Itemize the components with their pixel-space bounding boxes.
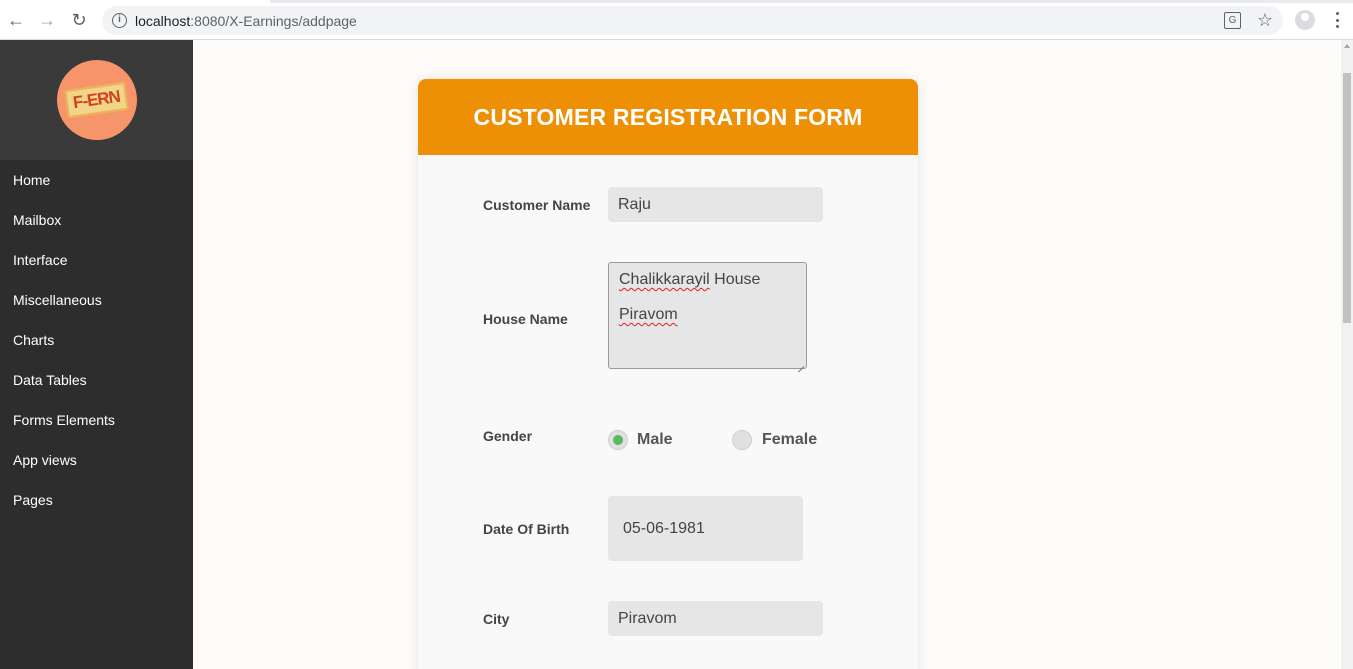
info-icon[interactable]: i <box>112 13 127 28</box>
sidebar-brand: F-ERN <box>0 40 193 160</box>
url-path: :8080/X-Earnings/addpage <box>190 13 357 29</box>
gender-male-label[interactable]: Male <box>637 431 673 449</box>
bookmark-star-icon[interactable]: ☆ <box>1257 10 1273 30</box>
sidebar-item-app-views[interactable]: App views <box>0 440 193 480</box>
sidebar: F-ERN Home Mailbox Interface Miscellaneo… <box>0 40 193 669</box>
sidebar-item-charts[interactable]: Charts <box>0 320 193 360</box>
sidebar-nav: Home Mailbox Interface Miscellaneous Cha… <box>0 160 193 520</box>
gender-label: Gender <box>483 428 533 444</box>
logo-text: F-ERN <box>64 81 129 119</box>
forward-button[interactable]: → <box>36 9 58 31</box>
gender-female-label[interactable]: Female <box>762 431 817 449</box>
url-host: localhost <box>135 13 191 29</box>
url-text[interactable]: localhost:8080/X-Earnings/addpage <box>135 13 357 29</box>
sidebar-item-miscellaneous[interactable]: Miscellaneous <box>0 280 193 320</box>
forward-arrow-icon: → <box>38 9 56 30</box>
city-label: City <box>483 611 510 627</box>
city-input[interactable]: Piravom <box>608 601 823 636</box>
sidebar-item-pages[interactable]: Pages <box>0 480 193 520</box>
translate-icon[interactable]: G <box>1224 12 1241 29</box>
reload-icon: ↻ <box>71 9 87 30</box>
tab-strip <box>270 0 1353 3</box>
page-scrollbar[interactable] <box>1341 40 1353 669</box>
gender-male-radio[interactable] <box>608 430 628 450</box>
scroll-thumb[interactable] <box>1343 73 1351 323</box>
gender-female-radio[interactable] <box>732 430 752 450</box>
registration-form-card: CUSTOMER REGISTRATION FORM Customer Name… <box>418 79 918 669</box>
dob-input[interactable]: 05-06-1981 <box>608 496 803 561</box>
customer-name-input[interactable]: Raju <box>608 187 823 222</box>
house-name-line-1: Chalikkarayil House <box>619 270 796 305</box>
form-header: CUSTOMER REGISTRATION FORM <box>418 79 918 155</box>
back-arrow-icon: ← <box>7 9 25 30</box>
sidebar-item-home[interactable]: Home <box>0 160 193 200</box>
reload-button[interactable]: ↻ <box>68 9 90 31</box>
textarea-resize-handle[interactable] <box>798 360 805 367</box>
house-name-line-2: Piravom <box>619 305 796 340</box>
sidebar-item-mailbox[interactable]: Mailbox <box>0 200 193 240</box>
scroll-up-arrow-icon[interactable] <box>1344 44 1350 48</box>
browser-toolbar: ← → ↻ i localhost:8080/X-Earnings/addpag… <box>0 0 1353 40</box>
dob-label: Date Of Birth <box>483 521 570 537</box>
sidebar-item-forms-elements[interactable]: Forms Elements <box>0 400 193 440</box>
browser-menu-icon[interactable] <box>1330 11 1344 29</box>
house-name-label: House Name <box>483 311 568 327</box>
address-bar[interactable]: i localhost:8080/X-Earnings/addpage G ☆ <box>102 6 1283 35</box>
house-name-textarea[interactable]: Chalikkarayil House Piravom <box>608 262 807 369</box>
app-logo[interactable]: F-ERN <box>56 60 137 140</box>
form-title: CUSTOMER REGISTRATION FORM <box>473 103 863 130</box>
sidebar-item-data-tables[interactable]: Data Tables <box>0 360 193 400</box>
house-name-word-2: House <box>709 271 761 288</box>
back-button[interactable]: ← <box>5 9 27 31</box>
house-name-word-3: Piravom <box>619 306 678 323</box>
profile-avatar-icon[interactable] <box>1295 10 1315 30</box>
customer-name-label: Customer Name <box>483 197 591 213</box>
sidebar-item-interface[interactable]: Interface <box>0 240 193 280</box>
house-name-word-1: Chalikkarayil <box>619 271 710 288</box>
